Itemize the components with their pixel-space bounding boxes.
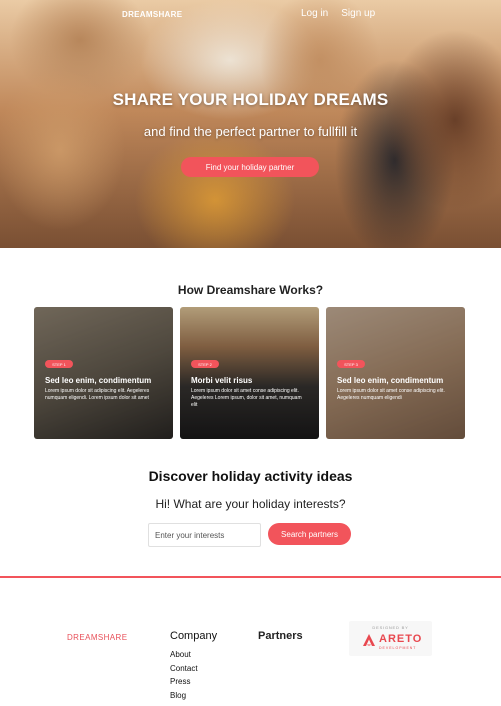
nav-links: Log in Sign up	[301, 8, 375, 19]
company-heading: Company	[170, 630, 218, 642]
footer-link-about[interactable]: About	[170, 648, 198, 662]
discover-subtitle: Hi! What are your holiday interests?	[155, 497, 346, 511]
step-card-2[interactable]: STEP 2 Morbi velit risus Lorem ipsum dol…	[180, 307, 319, 439]
step-description: Lorem ipsum dolor sit amet conse adipisc…	[191, 388, 302, 408]
nav-logo[interactable]: DREAMSHARE	[122, 10, 182, 19]
designed-by-label: DESIGNED BY	[372, 625, 409, 630]
step-card-3[interactable]: STEP 3 Sed leo enim, condimentum Lorem i…	[326, 307, 465, 439]
search-partners-button[interactable]: Search partners	[268, 523, 351, 545]
footer-link-blog[interactable]: Blog	[170, 689, 198, 703]
how-it-works-title: How Dreamshare Works?	[177, 283, 324, 297]
signup-link[interactable]: Sign up	[341, 8, 375, 19]
step-title: Morbi velit risus	[191, 376, 253, 385]
company-links: About Contact Press Blog	[170, 648, 198, 702]
partner-logo-areto[interactable]: DESIGNED BY ARETO DEVELOPMENT	[349, 621, 432, 656]
step-badge: STEP 2	[191, 360, 219, 368]
step-description: Lorem ipsum dolor sit amet conse adipisc…	[337, 388, 445, 401]
areto-subtitle: DEVELOPMENT	[379, 646, 417, 650]
step-badge: STEP 1	[45, 360, 73, 368]
footer-divider	[0, 576, 501, 578]
footer-link-contact[interactable]: Contact	[170, 662, 198, 676]
hero-banner: DREAMSHARE Log in Sign up SHARE YOUR HOL…	[0, 0, 501, 248]
step-description: Lorem ipsum dolor sit adipiscing elit. A…	[45, 388, 150, 401]
step-title: Sed leo enim, condimentum	[337, 376, 444, 385]
hero-title: SHARE YOUR HOLIDAY DREAMS	[112, 90, 389, 109]
hero-subtitle: and find the perfect partner to fullfill…	[143, 124, 358, 139]
discover-title: Discover holiday activity ideas	[148, 468, 353, 484]
footer-link-press[interactable]: Press	[170, 675, 198, 689]
footer-logo[interactable]: DREAMSHARE	[67, 633, 127, 642]
find-partner-button[interactable]: Find your holiday partner	[181, 157, 319, 177]
interests-input[interactable]	[148, 523, 261, 547]
step-card-1[interactable]: STEP 1 Sed leo enim, condimentum Lorem i…	[34, 307, 173, 439]
login-link[interactable]: Log in	[301, 8, 328, 19]
areto-wordmark: ARETO	[379, 633, 423, 645]
areto-logo-icon	[363, 634, 375, 646]
partners-heading: Partners	[258, 630, 303, 642]
step-badge: STEP 3	[337, 360, 365, 368]
step-title: Sed leo enim, condimentum	[45, 376, 152, 385]
